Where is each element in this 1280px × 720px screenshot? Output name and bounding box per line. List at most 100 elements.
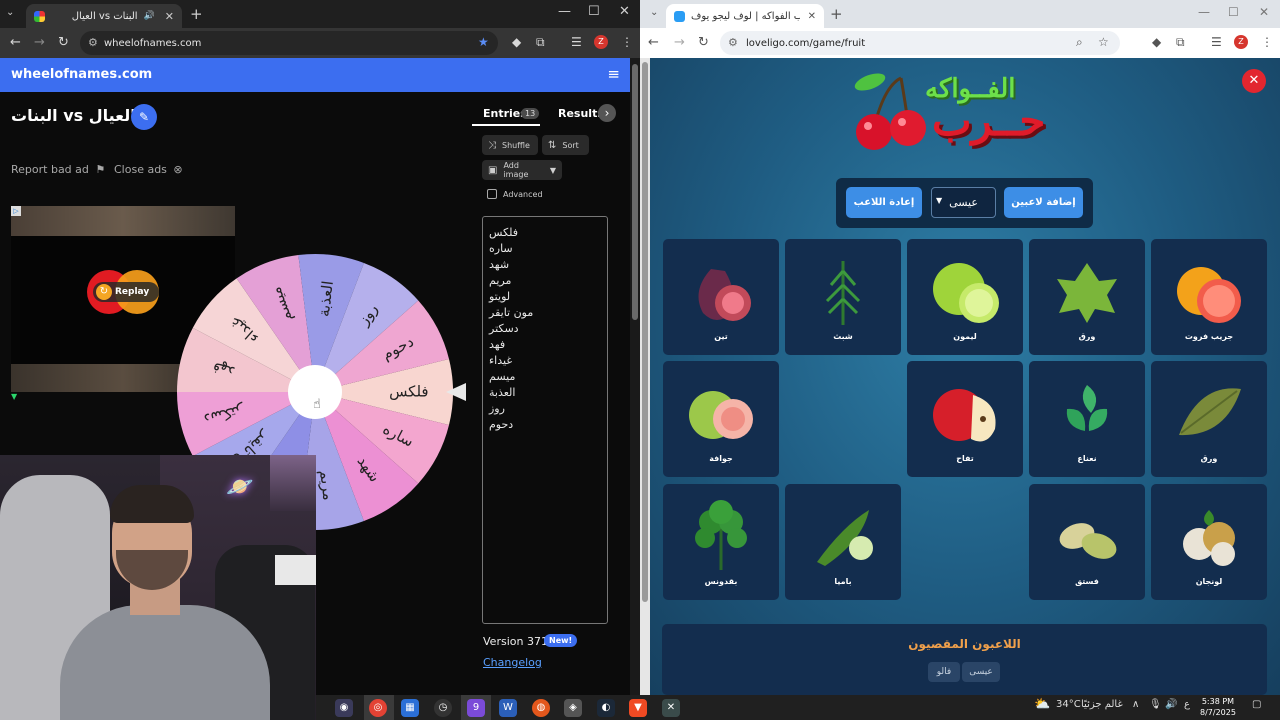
entry-item[interactable]: شهد [489, 257, 599, 273]
sort-button[interactable]: ⇅ Sort [542, 135, 589, 155]
fruit-card-label: فستق [1075, 577, 1099, 586]
entry-item[interactable]: فهد [489, 337, 599, 353]
left-scrollbar[interactable] [630, 58, 640, 695]
player-select[interactable]: ▼ عيسى [931, 187, 996, 218]
speaker-icon[interactable]: 🔊 [1165, 699, 1177, 710]
video-app-taskbar-icon[interactable]: 9 [467, 699, 485, 717]
add-image-label: Add image [503, 161, 529, 179]
steam-taskbar-icon[interactable]: ◐ [597, 699, 615, 717]
tab-results[interactable]: Results [558, 107, 604, 120]
reload-button[interactable]: ↻ [698, 35, 709, 50]
store-taskbar-icon[interactable]: ▦ [401, 699, 419, 717]
right-scrollbar-thumb[interactable] [642, 62, 648, 602]
profile-avatar[interactable]: Z [1234, 35, 1248, 49]
left-scrollbar-thumb[interactable] [632, 64, 638, 320]
extension-diamond-icon[interactable]: ◆ [1152, 35, 1161, 49]
logo-title-bottom: حــرب [932, 96, 1046, 145]
fruit-card[interactable]: ورق [1151, 361, 1267, 477]
forward-button[interactable]: → [674, 35, 685, 50]
entry-item[interactable]: لويتو [489, 289, 599, 305]
back-button[interactable]: ← [648, 35, 659, 50]
fruit-card[interactable]: فستق [1029, 484, 1145, 600]
right-toolbar: ← → ↻ ⚙ loveligo.com/game/fruit ⌕ ☆ ◆ ⧉ … [640, 28, 1280, 58]
game-close-button[interactable]: ✕ [1242, 69, 1266, 93]
player-select-value: عيسى [949, 196, 978, 209]
fruit-card-label: جريب فروت [1184, 332, 1234, 341]
app-taskbar-icon[interactable]: ◈ [564, 699, 582, 717]
close-icon: ✕ [1248, 73, 1260, 88]
entry-item[interactable]: غيداء [489, 353, 599, 369]
right-tab-strip: ⌄ لعبة حرب الفواكه | لوف ليجو يوف ✕ + — … [640, 0, 1280, 28]
weather-text[interactable]: غالم جزئيًا [1081, 699, 1123, 710]
entries-list: فلكس ساره شهد مريم لويتو مون تايقر دسكتر فهد غيد… [489, 225, 599, 433]
right-scrollbar[interactable] [640, 58, 650, 695]
entry-item[interactable]: ساره [489, 241, 599, 257]
firefox-taskbar-icon[interactable]: ◍ [532, 699, 550, 717]
advanced-toggle[interactable]: Advanced [487, 189, 543, 199]
add-players-button[interactable]: إضافة لاعبين [1004, 187, 1083, 218]
fruit-card[interactable]: باميا [785, 484, 901, 600]
fruit-card[interactable]: لونجان [1151, 484, 1267, 600]
fruit-card[interactable]: تفاح [907, 361, 1023, 477]
version-label: Version 371 [483, 635, 548, 648]
word-taskbar-icon[interactable]: W [499, 699, 517, 717]
changelog-link[interactable]: Changelog [483, 656, 542, 669]
weather-icon[interactable]: ⛅ [1034, 697, 1050, 712]
zoom-icon[interactable]: ⌕ [1076, 35, 1083, 50]
microphone-icon[interactable]: 🎙 [1149, 699, 1162, 710]
add-image-button[interactable]: ▣ Add image ▼ [482, 160, 562, 180]
taskbar-clock[interactable]: 5:38 PM 8/7/2025 [1200, 696, 1236, 718]
entry-item[interactable]: مريم [489, 273, 599, 289]
entry-item[interactable]: فلكس [489, 225, 599, 241]
wheel-segment-label: فلكس [389, 383, 429, 401]
fruit-card[interactable]: بقدونس [663, 484, 779, 600]
close-window-button[interactable]: ✕ [1259, 5, 1269, 19]
weather-temp[interactable]: 34°C [1056, 699, 1081, 710]
more-menu-icon[interactable]: ⋮ [1261, 35, 1273, 49]
fruit-card[interactable]: جوافة [663, 361, 779, 477]
entry-item[interactable]: روز [489, 401, 599, 417]
entry-item[interactable]: دحوم [489, 417, 599, 433]
chrome-taskbar-icon[interactable]: ◎ [369, 699, 387, 717]
fruit-card-label: نعناع [1077, 454, 1097, 463]
taskbar-app-icon[interactable]: ◉ [335, 699, 353, 717]
shuffle-icon: ⤨ [488, 139, 496, 151]
eliminated-chip: فالو [928, 662, 960, 682]
fruit-card[interactable]: تين [663, 239, 779, 355]
longan-icon [1183, 510, 1235, 566]
right-active-tab[interactable]: لعبة حرب الفواكه | لوف ليجو يوف ✕ [666, 4, 824, 28]
bookmark-star-icon[interactable]: ☆ [1098, 35, 1109, 49]
reset-player-button[interactable]: إعادة اللاعب [846, 187, 922, 218]
site-info-icon[interactable]: ⚙ [728, 36, 738, 49]
fig-icon [698, 269, 751, 321]
terminal-taskbar-icon[interactable]: ✕ [662, 699, 680, 717]
entry-item[interactable]: مون تايقر [489, 305, 599, 321]
fruit-card[interactable]: ورق [1029, 239, 1145, 355]
entry-item[interactable]: العذبة [489, 385, 599, 401]
fruit-card[interactable]: شبث [785, 239, 901, 355]
maximize-button[interactable]: ☐ [1228, 5, 1239, 19]
entry-item[interactable]: ميسم [489, 369, 599, 385]
chevron-down-icon: ▼ [936, 196, 943, 205]
chevron-right-icon[interactable]: › [598, 104, 616, 122]
notification-icon[interactable]: ▢ [1252, 699, 1261, 710]
clock-app-taskbar-icon[interactable]: ◷ [434, 699, 452, 717]
fruit-card[interactable]: جريب فروت [1151, 239, 1267, 355]
bay-leaf-icon [1179, 388, 1241, 436]
extensions-puzzle-icon[interactable]: ⧉ [1176, 35, 1185, 50]
shuffle-button[interactable]: ⤨ Shuffle [482, 135, 538, 155]
tab-close-icon[interactable]: ✕ [808, 11, 816, 22]
fruit-card[interactable]: ليمون [907, 239, 1023, 355]
entry-item[interactable]: دسكتر [489, 321, 599, 337]
advanced-checkbox[interactable] [487, 189, 497, 199]
brave-taskbar-icon[interactable]: ▼ [629, 699, 647, 717]
language-indicator[interactable]: ع [1184, 699, 1190, 710]
media-queue-icon[interactable]: ☰ [1211, 35, 1222, 49]
minimize-button[interactable]: — [1198, 5, 1210, 19]
tab-list-icon[interactable]: ⌄ [650, 7, 658, 18]
sort-label: Sort [562, 140, 579, 150]
new-tab-button[interactable]: + [830, 5, 843, 23]
fruit-card[interactable]: نعناع [1029, 361, 1145, 477]
chevron-up-icon[interactable]: ∧ [1132, 699, 1139, 710]
right-address-bar[interactable]: ⚙ loveligo.com/game/fruit ⌕ ☆ [720, 31, 1120, 55]
